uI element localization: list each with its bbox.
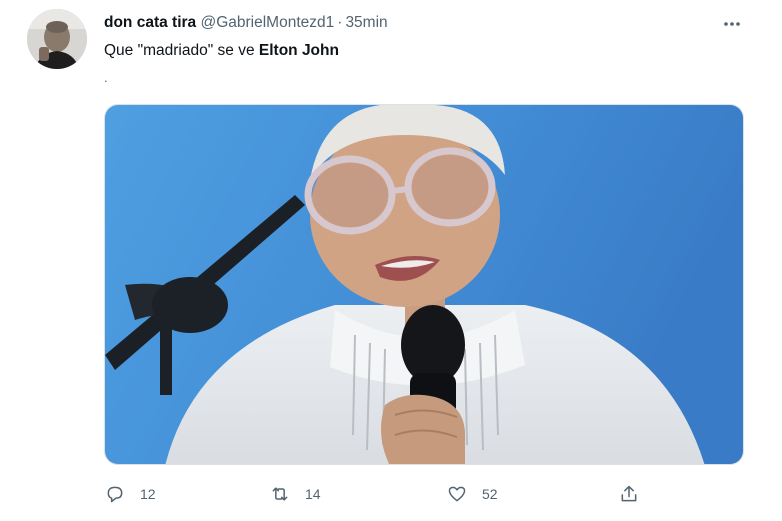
retweet-icon xyxy=(269,483,291,505)
tweet-text-extra: . xyxy=(104,70,108,85)
avatar-photo xyxy=(27,9,87,69)
more-options-button[interactable] xyxy=(720,14,744,34)
tweet-media-photo[interactable] xyxy=(104,104,744,465)
reply-count: 12 xyxy=(140,486,156,502)
avatar[interactable] xyxy=(27,9,87,69)
photo-image xyxy=(105,105,743,464)
separator-dot: · xyxy=(337,14,343,31)
tweet-actions: 12 14 52 xyxy=(104,479,744,509)
more-horizontal-icon xyxy=(724,22,740,26)
share-button[interactable] xyxy=(618,479,640,509)
like-count: 52 xyxy=(482,486,498,502)
reply-icon xyxy=(104,483,126,505)
retweet-button[interactable]: 14 xyxy=(269,479,321,509)
tweet[interactable]: don cata tira @GabrielMontezd1 · 35min Que… xyxy=(0,0,782,521)
share-icon xyxy=(618,483,640,505)
heart-icon xyxy=(446,483,468,505)
tweet-header: don cata tira @GabrielMontezd1 · 35min xyxy=(104,13,388,33)
retweet-count: 14 xyxy=(305,486,321,502)
like-button[interactable]: 52 xyxy=(446,479,498,509)
tweet-text-bold: Elton John xyxy=(258,42,339,59)
display-name[interactable]: don cata tira xyxy=(104,14,196,31)
tweet-text: Que "madriado" se ve Elton John xyxy=(104,41,339,61)
reply-button[interactable]: 12 xyxy=(104,479,156,509)
user-handle[interactable]: @GabrielMontezd1 xyxy=(200,14,334,31)
tweet-text-main: Que "madriado" se ve xyxy=(104,42,259,59)
timestamp[interactable]: 35min xyxy=(345,14,387,31)
